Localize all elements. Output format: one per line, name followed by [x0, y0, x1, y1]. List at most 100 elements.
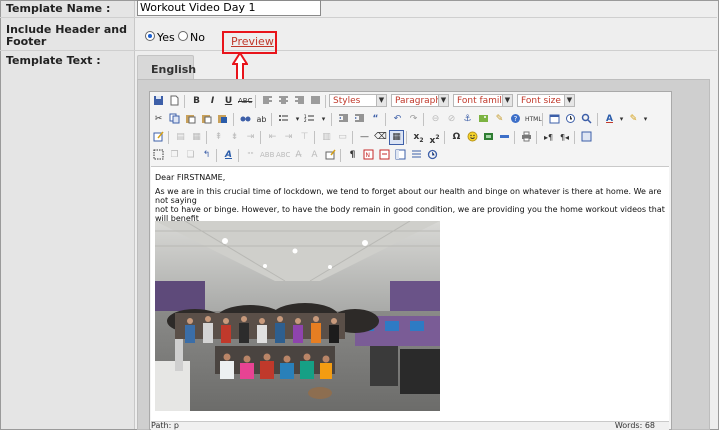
- fullscreen-icon[interactable]: [579, 130, 594, 145]
- undo-icon[interactable]: ↶: [390, 112, 405, 127]
- greeting-text: Dear FIRSTNAME,: [155, 173, 226, 182]
- toolbar-separator: [260, 131, 261, 144]
- replace-icon[interactable]: ab: [254, 112, 269, 127]
- template-name-label: Template Name :: [6, 2, 111, 15]
- image-icon[interactable]: [476, 112, 491, 127]
- edit-table-icon[interactable]: [151, 130, 166, 145]
- layer-forward-icon[interactable]: ❐: [167, 148, 182, 163]
- align-right-icon[interactable]: [292, 94, 307, 109]
- help-icon[interactable]: ?: [508, 112, 523, 127]
- paste-word-icon[interactable]: [215, 112, 230, 127]
- unlink-icon[interactable]: ⊘: [444, 112, 459, 127]
- ltr-icon[interactable]: ▸¶: [541, 130, 556, 145]
- insert-row-after-icon[interactable]: ⇟: [227, 130, 242, 145]
- chevron-down-icon: ▼: [376, 95, 386, 106]
- copy-icon[interactable]: [167, 112, 182, 127]
- underline-icon[interactable]: U: [221, 94, 236, 109]
- toolbar-separator: [206, 131, 207, 144]
- restore-draft-icon[interactable]: [425, 148, 440, 163]
- redo-icon[interactable]: ↷: [406, 112, 421, 127]
- chevron-down-icon[interactable]: ▾: [316, 112, 331, 127]
- delete-column-icon[interactable]: ⊤: [297, 130, 312, 145]
- align-justify-icon[interactable]: [308, 94, 323, 109]
- font-size-dropdown[interactable]: Font size ▼: [517, 94, 575, 107]
- rtl-icon[interactable]: ¶◂: [557, 130, 572, 145]
- insert-date-icon[interactable]: [547, 112, 562, 127]
- toolbar-separator: [271, 113, 272, 126]
- attributes-icon[interactable]: [323, 148, 338, 163]
- subscript-icon[interactable]: x2: [411, 130, 426, 145]
- select-all-icon[interactable]: [151, 148, 166, 163]
- toolbar-separator: [352, 131, 353, 144]
- link-icon[interactable]: ⊖: [428, 112, 443, 127]
- deletion-icon[interactable]: A̶: [291, 148, 306, 163]
- emoticons-icon[interactable]: [465, 130, 480, 145]
- visual-aid-icon[interactable]: ▦: [389, 130, 404, 145]
- toolbar-row-1: B I U ABC Styles ▼ Paragraph ▼ Font family…: [151, 94, 671, 109]
- radio-no[interactable]: [178, 31, 188, 41]
- merge-cells-icon[interactable]: ▭: [335, 130, 350, 145]
- radio-yes[interactable]: [145, 31, 155, 41]
- align-center-icon[interactable]: [276, 94, 291, 109]
- cell-properties-icon[interactable]: ▦: [189, 130, 204, 145]
- row-properties-icon[interactable]: ▤: [173, 130, 188, 145]
- media-icon[interactable]: [481, 130, 496, 145]
- insert-column-after-icon[interactable]: ⇥: [281, 130, 296, 145]
- chevron-down-icon[interactable]: ▾: [638, 112, 653, 127]
- print-icon[interactable]: [519, 130, 534, 145]
- cite-icon[interactable]: "": [243, 148, 258, 163]
- cut-icon[interactable]: ✂: [151, 112, 166, 127]
- non-breaking-space-icon[interactable]: N: [361, 148, 376, 163]
- paste-icon[interactable]: [183, 112, 198, 127]
- anchor-icon[interactable]: ⚓: [460, 112, 475, 127]
- layer-backward-icon[interactable]: ❏: [183, 148, 198, 163]
- superscript-icon[interactable]: x2: [427, 130, 442, 146]
- italic-icon[interactable]: I: [205, 94, 220, 109]
- indent-icon[interactable]: [352, 112, 367, 127]
- absolute-position-icon[interactable]: ↰: [199, 148, 214, 163]
- toolbar-separator: [423, 113, 424, 126]
- insertion-icon[interactable]: A: [307, 148, 322, 163]
- horizontal-rule-icon[interactable]: —: [357, 130, 372, 145]
- preview-icon[interactable]: [579, 112, 594, 127]
- include-header-label: Include Header and Footer: [6, 24, 127, 48]
- cleanup-icon[interactable]: ✎: [492, 112, 507, 127]
- split-cells-icon[interactable]: ▥: [319, 130, 334, 145]
- abbreviation-icon[interactable]: ABB: [259, 148, 274, 163]
- insert-column-before-icon[interactable]: ⇤: [265, 130, 280, 145]
- insert-layer-icon[interactable]: [497, 130, 512, 145]
- bullet-list-icon[interactable]: [276, 112, 291, 127]
- paragraph-dropdown[interactable]: Paragraph ▼: [391, 94, 449, 107]
- remove-format-icon[interactable]: ⌫: [373, 130, 388, 145]
- insert-row-before-icon[interactable]: ⇞: [211, 130, 226, 145]
- font-family-dropdown[interactable]: Font family ▼: [453, 94, 513, 107]
- tab-english[interactable]: English: [137, 55, 197, 80]
- bold-icon[interactable]: B: [189, 94, 204, 109]
- delete-row-icon[interactable]: ⇥: [243, 130, 258, 145]
- blockquote-icon[interactable]: “: [368, 112, 383, 127]
- paste-text-icon[interactable]: [199, 112, 214, 127]
- preview-link[interactable]: Preview: [231, 35, 274, 48]
- align-left-icon[interactable]: [260, 94, 275, 109]
- toolbar-separator: [168, 131, 169, 144]
- acronym-icon[interactable]: ABC: [275, 148, 290, 163]
- page-break-icon[interactable]: [377, 148, 392, 163]
- radio-yes-label: Yes: [157, 31, 175, 44]
- strikethrough-icon[interactable]: ABC: [237, 94, 252, 109]
- save-icon[interactable]: [151, 94, 166, 109]
- html-source-icon[interactable]: HTML: [524, 112, 542, 127]
- office-group-photo[interactable]: [155, 221, 440, 411]
- special-character-icon[interactable]: Ω: [449, 130, 464, 145]
- tab-english-label: English: [151, 63, 197, 76]
- template-name-input[interactable]: Workout Video Day 1: [137, 0, 321, 16]
- insert-time-icon[interactable]: [563, 112, 578, 127]
- find-icon[interactable]: [238, 112, 253, 127]
- outdent-icon[interactable]: [336, 112, 351, 127]
- styles-dropdown[interactable]: Styles ▼: [329, 94, 387, 107]
- page-break-line-icon[interactable]: [409, 148, 424, 163]
- new-document-icon[interactable]: [167, 94, 182, 109]
- visual-chars-icon[interactable]: ¶: [345, 148, 360, 163]
- template-icon[interactable]: [393, 148, 408, 163]
- style-props-icon[interactable]: A: [221, 148, 236, 163]
- numbered-list-icon[interactable]: 12: [302, 112, 317, 127]
